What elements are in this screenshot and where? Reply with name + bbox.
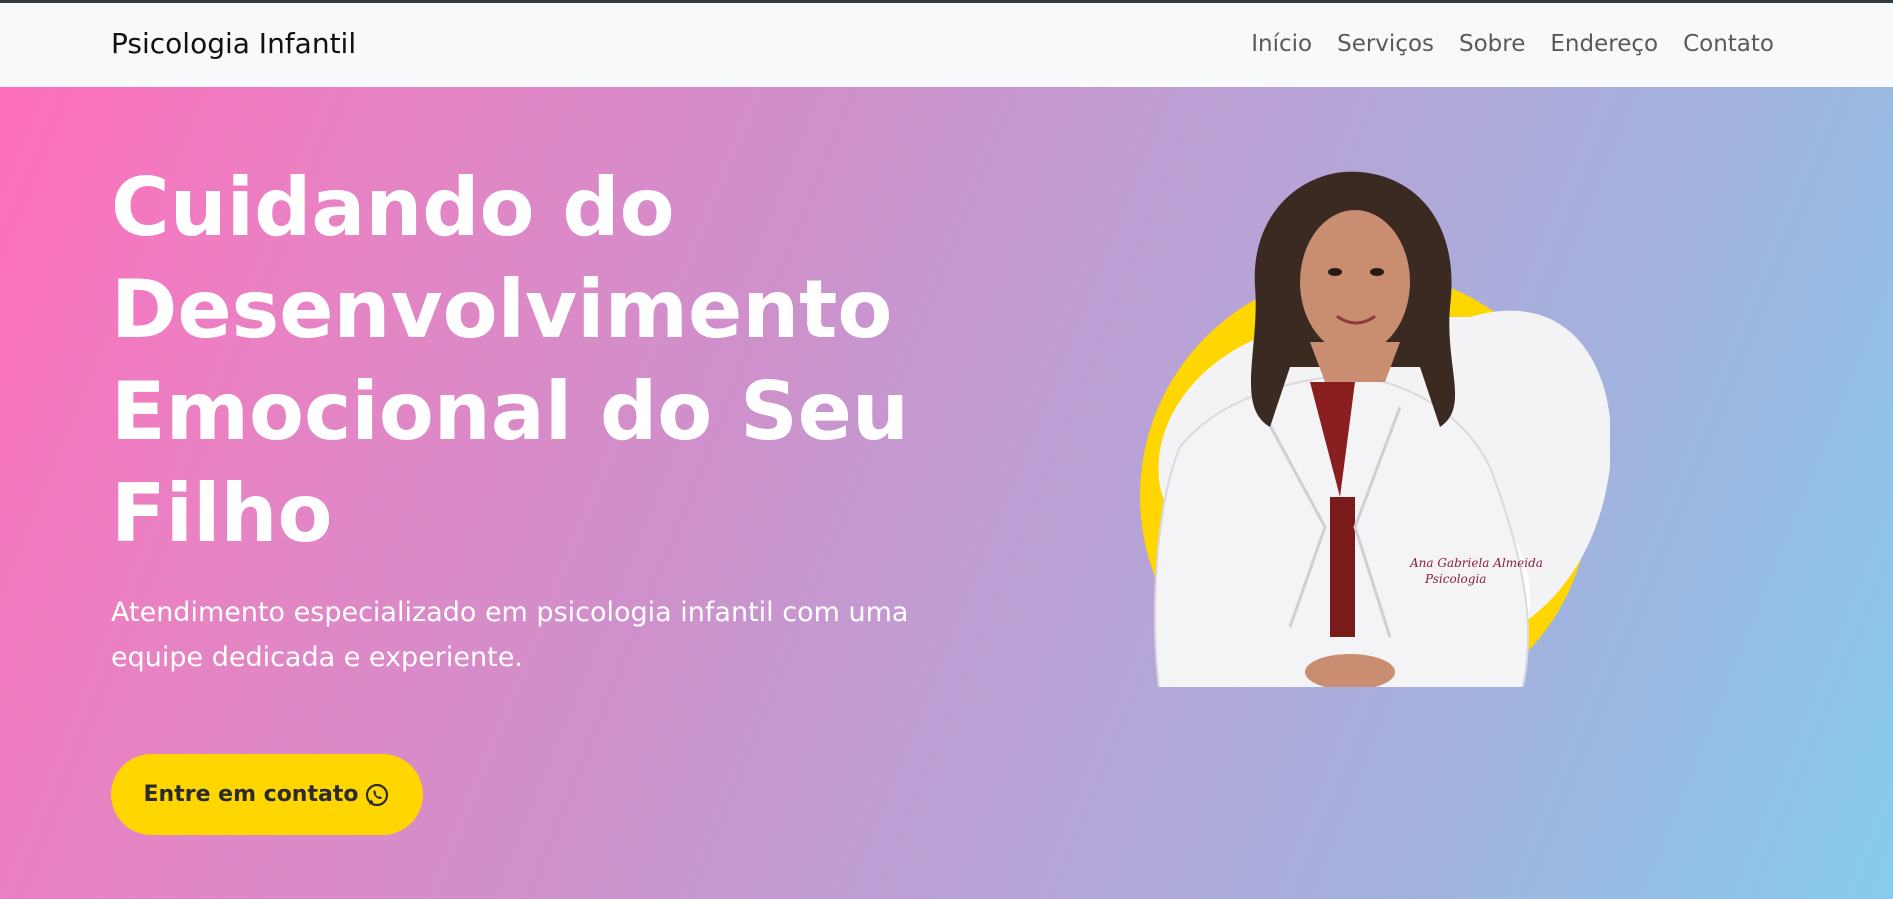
- hero-subtitle: Atendimento especializado em psicologia …: [111, 597, 909, 673]
- coat-embroidery-title: Psicologia: [1424, 572, 1486, 586]
- hero-section: Cuidando do Desenvolvimento Emocional do…: [0, 87, 1893, 899]
- nav-link-sobre[interactable]: Sobre: [1459, 30, 1525, 58]
- nav-link-inicio[interactable]: Início: [1251, 30, 1312, 58]
- contact-button-label: Entre em contato: [143, 782, 359, 807]
- hero-headline: Cuidando do Desenvolvimento Emocional do…: [111, 161, 909, 560]
- nav-link-endereco[interactable]: Endereço: [1550, 30, 1658, 58]
- coat-embroidery-name: Ana Gabriela Almeida: [1409, 556, 1543, 570]
- contact-button[interactable]: Entre em contato: [111, 754, 423, 835]
- whatsapp-icon: [364, 782, 390, 808]
- brand-logo-link[interactable]: Psicologia Infantil: [111, 27, 356, 61]
- nav-link-servicos[interactable]: Serviços: [1337, 30, 1434, 58]
- navbar: Psicologia Infantil Início Serviços Sobr…: [0, 3, 1893, 87]
- nav-menu: Início Serviços Sobre Endereço Contato: [1251, 30, 1774, 58]
- nav-link-contato[interactable]: Contato: [1683, 30, 1774, 58]
- psychologist-photo: Ana Gabriela Almeida Psicologia: [1140, 167, 1610, 721]
